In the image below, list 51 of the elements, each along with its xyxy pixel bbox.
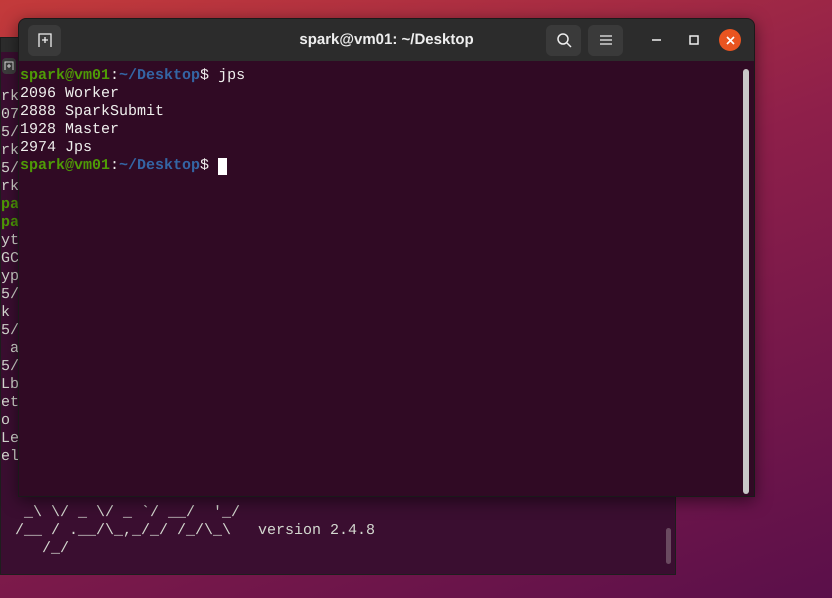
terminal-line: 5/ bbox=[1, 358, 20, 376]
scrollbar-thumb bbox=[666, 528, 671, 564]
output-line: 2974 Jps bbox=[20, 139, 94, 157]
terminal-line: rk bbox=[1, 142, 20, 160]
prompt-symbol: $ bbox=[200, 67, 210, 85]
banner-line: _\ \/ _ \/ _ `/ __/ '_/ bbox=[23, 504, 242, 522]
terminal-line: rk bbox=[1, 178, 20, 196]
output-line: 2096 Worker bbox=[20, 85, 120, 103]
terminal-line: 5/ bbox=[1, 124, 20, 142]
terminal-line: el bbox=[1, 448, 20, 466]
terminal-line: pa bbox=[1, 196, 20, 214]
window-title: spark@vm01: ~/Desktop bbox=[299, 30, 474, 50]
terminal-line: et bbox=[1, 394, 20, 412]
search-icon bbox=[556, 32, 572, 48]
menu-icon bbox=[600, 35, 612, 45]
new-tab-icon bbox=[4, 61, 14, 71]
terminal-line: yt bbox=[1, 232, 20, 250]
prompt-path: ~/Desktop bbox=[119, 67, 200, 85]
close-icon bbox=[726, 36, 734, 44]
close-button[interactable] bbox=[719, 29, 741, 51]
prompt-symbol: $ bbox=[200, 157, 210, 175]
new-tab-icon bbox=[36, 32, 52, 48]
prompt-separator: : bbox=[110, 67, 120, 85]
terminal-line: GC bbox=[1, 250, 20, 268]
prompt-user-host: spark@vm01 bbox=[20, 67, 110, 85]
output-line: 1928 Master bbox=[20, 121, 120, 139]
menu-button[interactable] bbox=[588, 24, 623, 56]
new-tab-button[interactable] bbox=[28, 24, 61, 56]
output-line: 2888 SparkSubmit bbox=[20, 103, 166, 121]
prompt-path: ~/Desktop bbox=[119, 157, 200, 175]
terminal-line: k bbox=[1, 304, 12, 322]
terminal-line: Le bbox=[1, 430, 20, 448]
prompt-separator: : bbox=[110, 157, 120, 175]
command-text: jps bbox=[217, 67, 246, 85]
terminal-line: rk bbox=[1, 88, 20, 106]
terminal-line: Lb bbox=[1, 376, 20, 394]
terminal-line: 5/ bbox=[1, 322, 20, 340]
maximize-icon bbox=[689, 35, 699, 45]
search-button[interactable] bbox=[546, 24, 581, 56]
terminal-line: pa bbox=[1, 214, 20, 232]
terminal-line: yp bbox=[1, 268, 20, 286]
prompt-user-host: spark@vm01 bbox=[20, 157, 110, 175]
terminal-line: 07 bbox=[1, 106, 20, 124]
terminal-line: 5/ bbox=[1, 160, 20, 178]
banner-line: /__ / .__/\_,_/_/ /_/\_\ version 2.4.8 bbox=[15, 522, 376, 540]
minimize-icon bbox=[652, 39, 660, 41]
banner-line: /_/ bbox=[41, 540, 70, 558]
new-tab-button[interactable] bbox=[2, 58, 16, 74]
terminal-line: 5/ bbox=[1, 286, 20, 304]
terminal-line: a bbox=[9, 340, 20, 358]
terminal-line: o bbox=[1, 412, 12, 430]
